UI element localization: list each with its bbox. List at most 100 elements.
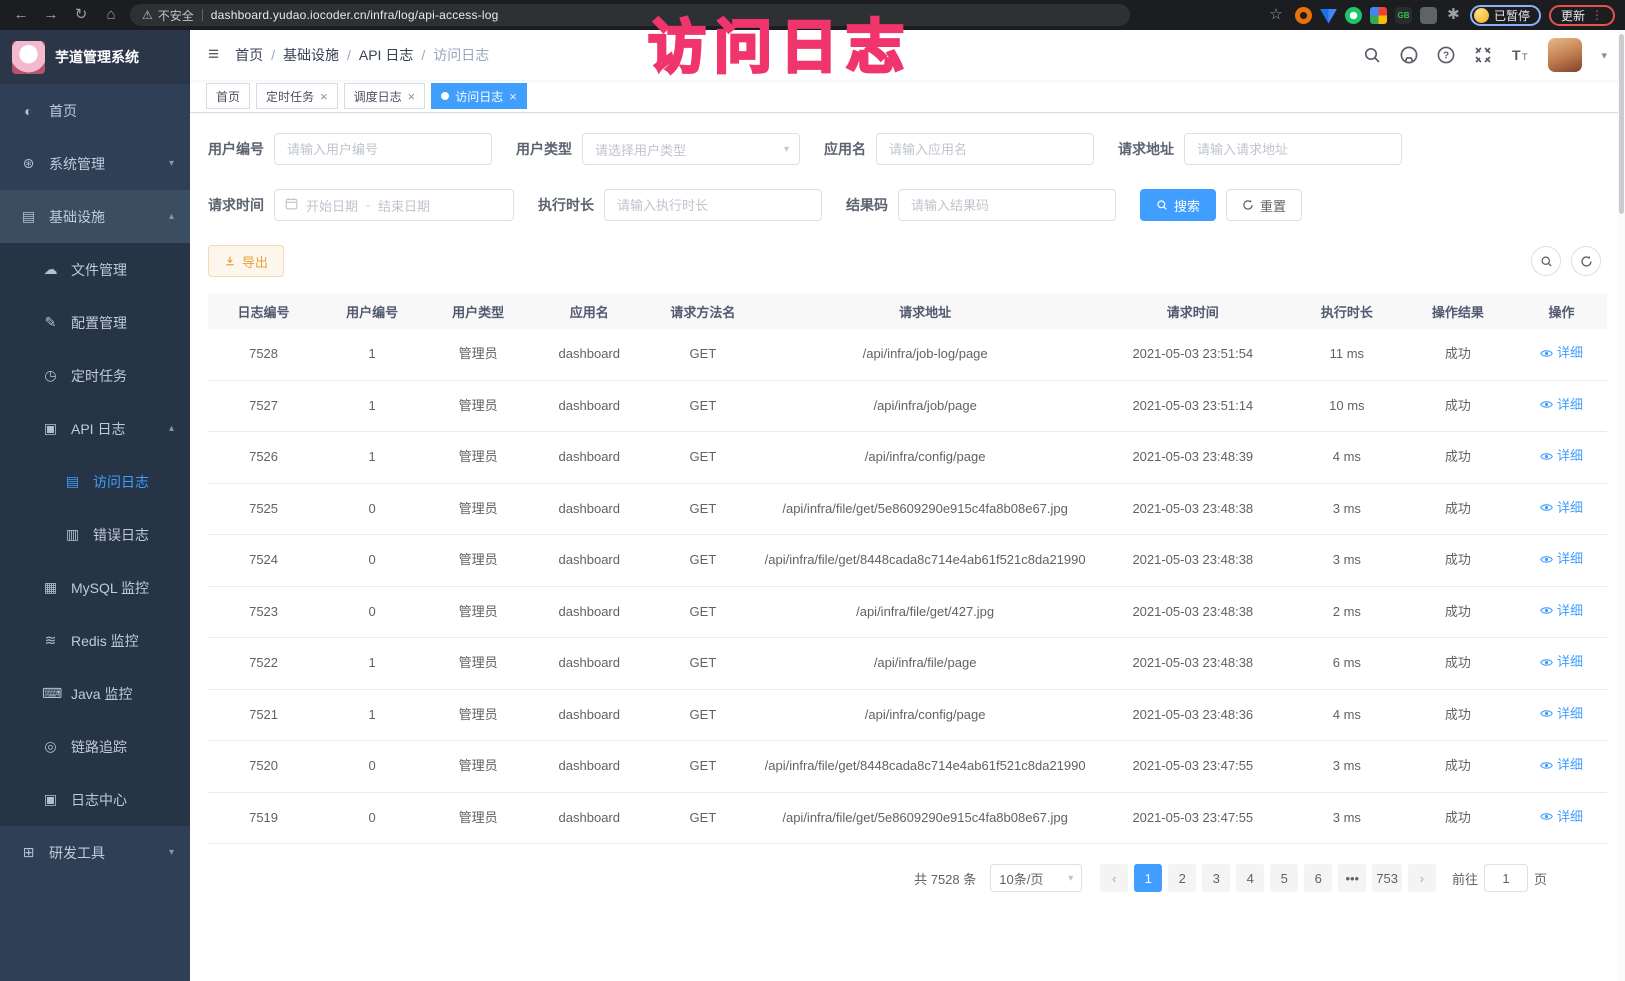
reload-icon[interactable]: ↻ [70, 1, 92, 29]
extension-icon-pinwheel[interactable]: ✱ [1445, 1, 1462, 29]
search-button[interactable]: 搜索 [1140, 189, 1216, 221]
more-pages-button[interactable]: ••• [1338, 864, 1366, 892]
table-row: 75261管理员dashboardGET/api/infra/config/pa… [208, 432, 1607, 484]
extension-icon-gb[interactable]: GB [1395, 7, 1412, 24]
sidebar-item-API 日志[interactable]: ▣API 日志▴ [0, 402, 190, 455]
detail-link[interactable]: 详细 [1540, 498, 1583, 518]
extension-icon-shield[interactable] [1320, 7, 1337, 24]
reset-button[interactable]: 重置 [1226, 189, 1302, 221]
breadcrumb-item[interactable]: API 日志 [359, 45, 413, 65]
detail-link[interactable]: 详细 [1540, 807, 1583, 827]
detail-link[interactable]: 详细 [1540, 343, 1583, 363]
page-size-select[interactable]: 10条/页 ▾ [990, 864, 1082, 892]
prev-page-button[interactable]: ‹ [1100, 864, 1128, 892]
toggle-search-icon[interactable] [1531, 246, 1561, 276]
eye-icon [1540, 604, 1553, 617]
filter-input-请求地址[interactable] [1184, 133, 1402, 165]
page-button-3[interactable]: 3 [1202, 864, 1230, 892]
page-button-2[interactable]: 2 [1168, 864, 1196, 892]
goto-page-input[interactable] [1484, 864, 1528, 892]
scrollbar-thumb[interactable] [1619, 34, 1624, 214]
sidebar-item-定时任务[interactable]: ◷定时任务 [0, 349, 190, 402]
sidebar-item-研发工具[interactable]: ⊞研发工具▾ [0, 826, 190, 879]
cell-user_id: 0 [319, 586, 425, 638]
infrastructure-icon: ▤ [20, 208, 37, 225]
not-secure-warning[interactable]: ⚠ 不安全 [142, 7, 194, 24]
detail-link[interactable]: 详细 [1540, 652, 1583, 672]
sidebar-item-文件管理[interactable]: ☁文件管理 [0, 243, 190, 296]
sidebar-item-Java 监控[interactable]: ⌨Java 监控 [0, 667, 190, 720]
sidebar-item-配置管理[interactable]: ✎配置管理 [0, 296, 190, 349]
sidebar-item-MySQL 监控[interactable]: ▦MySQL 监控 [0, 561, 190, 614]
sidebar-item-错误日志[interactable]: ▥错误日志 [0, 508, 190, 561]
refresh-table-icon[interactable] [1571, 246, 1601, 276]
detail-link[interactable]: 详细 [1540, 446, 1583, 466]
filter-daterange-请求时间[interactable]: 开始日期-结束日期 [274, 189, 514, 221]
github-icon[interactable] [1400, 46, 1418, 64]
user-avatar[interactable] [1548, 38, 1582, 72]
app-logo[interactable]: 芋道管理系统 [0, 30, 190, 84]
tab-定时任务[interactable]: 定时任务× [256, 83, 338, 109]
table-row: 75211管理员dashboardGET/api/infra/config/pa… [208, 689, 1607, 741]
close-icon[interactable]: × [509, 89, 517, 104]
close-icon[interactable]: × [408, 89, 416, 104]
extension-icon-green[interactable] [1345, 7, 1362, 24]
detail-link[interactable]: 详细 [1540, 395, 1583, 415]
address-bar[interactable]: ⚠ 不安全 dashboard.yudao.iocoder.cn/infra/l… [130, 4, 1130, 26]
extension-icon-grid[interactable] [1370, 7, 1387, 24]
detail-label: 详细 [1557, 807, 1583, 827]
sidebar-item-日志中心[interactable]: ▣日志中心 [0, 773, 190, 826]
page-button-1[interactable]: 1 [1134, 864, 1162, 892]
help-icon[interactable]: ? [1437, 46, 1455, 64]
access-log-table: 日志编号用户编号用户类型应用名请求方法名请求地址请求时间执行时长操作结果操作 7… [208, 293, 1607, 844]
gear-icon: ⊛ [20, 155, 37, 172]
extension-icon-gray[interactable] [1420, 7, 1437, 24]
page-button-5[interactable]: 5 [1270, 864, 1298, 892]
filter-input-应用名[interactable] [876, 133, 1094, 165]
filter-row-1: 用户编号用户类型请选择用户类型▾应用名请求地址 [208, 133, 1607, 165]
sidebar-item-访问日志[interactable]: ▤访问日志 [0, 455, 190, 508]
profile-paused-badge[interactable]: 已暂停 [1470, 5, 1541, 26]
kebab-menu-icon[interactable]: ⋮ [1591, 8, 1603, 22]
detail-link[interactable]: 详细 [1540, 549, 1583, 569]
next-page-button[interactable]: › [1408, 864, 1436, 892]
page-button-6[interactable]: 6 [1304, 864, 1332, 892]
filter-select-用户类型[interactable]: 请选择用户类型▾ [582, 133, 800, 165]
detail-label: 详细 [1557, 549, 1583, 569]
sidebar-item-首页[interactable]: ◐首页 [0, 84, 190, 137]
back-icon[interactable]: ← [10, 1, 32, 29]
tab-调度日志[interactable]: 调度日志× [344, 83, 426, 109]
bookmark-star-icon[interactable]: ☆ [1265, 1, 1287, 29]
filter-input-结果码[interactable] [898, 189, 1116, 221]
breadcrumb-item[interactable]: 基础设施 [283, 45, 339, 65]
page-scrollbar[interactable] [1618, 30, 1625, 981]
chevron-down-icon[interactable]: ▾ [1601, 49, 1607, 62]
sidebar-item-基础设施[interactable]: ▤基础设施▴ [0, 190, 190, 243]
filter-input-用户编号[interactable] [274, 133, 492, 165]
detail-link[interactable]: 详细 [1540, 601, 1583, 621]
extension-icon-orange[interactable] [1295, 7, 1312, 24]
fullscreen-icon[interactable] [1474, 46, 1492, 64]
sidebar-item-链路追踪[interactable]: ◎链路追踪 [0, 720, 190, 773]
tab-访问日志[interactable]: 访问日志× [431, 83, 527, 109]
detail-link[interactable]: 详细 [1540, 704, 1583, 724]
chrome-update-button[interactable]: 更新 ⋮ [1549, 5, 1615, 26]
home-icon[interactable]: ⌂ [100, 1, 122, 29]
collapse-sidebar-icon[interactable]: ≡ [208, 44, 219, 66]
detail-link[interactable]: 详细 [1540, 755, 1583, 775]
sidebar-item-系统管理[interactable]: ⊛系统管理▾ [0, 137, 190, 190]
page-button-4[interactable]: 4 [1236, 864, 1264, 892]
schedule-icon: ◷ [42, 367, 59, 384]
breadcrumb-item[interactable]: 首页 [235, 45, 263, 65]
sidebar-item-Redis 监控[interactable]: ≋Redis 监控 [0, 614, 190, 667]
export-button[interactable]: 导出 [208, 245, 284, 277]
tab-首页[interactable]: 首页 [206, 83, 250, 109]
font-size-icon[interactable]: T T [1511, 46, 1529, 64]
reset-button-label: 重置 [1260, 196, 1286, 215]
forward-icon[interactable]: → [40, 1, 62, 29]
filter-input-执行时长[interactable] [604, 189, 822, 221]
search-icon[interactable] [1363, 46, 1381, 64]
cell-duration: 3 ms [1294, 535, 1400, 587]
page-button-753[interactable]: 753 [1372, 864, 1402, 892]
close-icon[interactable]: × [320, 89, 328, 104]
